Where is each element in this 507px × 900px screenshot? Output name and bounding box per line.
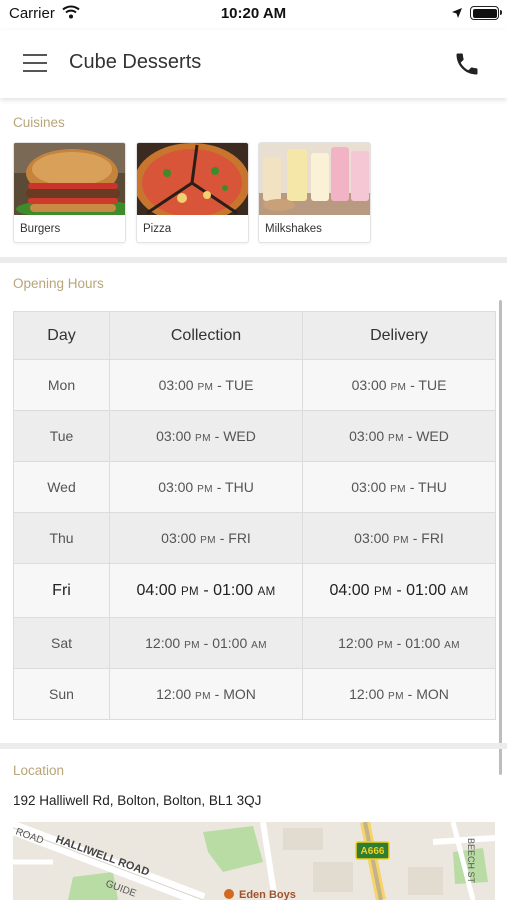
address-text: 192 Halliwell Rd, Bolton, Bolton, BL1 3Q… [13, 793, 262, 808]
road-badge-label: A666 [361, 846, 385, 857]
opening-hours-table: Day Collection Delivery Mon 03:00 PM - T… [13, 311, 496, 720]
location-heading: Location [13, 763, 65, 778]
table-row: Tue 03:00 PM - WED 03:00 PM - WED [13, 410, 496, 462]
section-divider [0, 257, 507, 263]
delivery-cell: 03:00 PM - TUE [302, 359, 496, 411]
map-place-label: Eden Boys [239, 889, 296, 900]
hamburger-menu-icon[interactable] [23, 54, 47, 72]
column-header-day: Day [13, 311, 110, 360]
cuisine-label: Pizza [143, 223, 172, 235]
collection-cell: 04:00 PM - 01:00 AM [109, 563, 303, 618]
collection-cell: 03:00 PM - WED [109, 410, 303, 462]
scrollbar[interactable] [499, 300, 502, 775]
delivery-cell: 04:00 PM - 01:00 AM [302, 563, 496, 618]
milkshake-photo [259, 143, 370, 215]
column-header-collection: Collection [109, 311, 303, 360]
table-row: Thu 03:00 PM - FRI 03:00 PM - FRI [13, 512, 496, 564]
phone-icon[interactable] [453, 50, 481, 78]
day-cell: Mon [13, 359, 110, 411]
table-row: Sat 12:00 PM - 01:00 AM 12:00 PM - 01:00… [13, 617, 496, 669]
status-bar: Carrier 10:20 AM [0, 0, 507, 30]
status-time: 10:20 AM [220, 5, 287, 22]
delivery-cell: 03:00 PM - THU [302, 461, 496, 513]
section-divider [0, 743, 507, 749]
day-cell: Sun [13, 668, 110, 720]
delivery-cell: 03:00 PM - FRI [302, 512, 496, 564]
nav-bar: Cube Desserts [0, 30, 507, 98]
collection-cell: 03:00 PM - THU [109, 461, 303, 513]
collection-cell: 12:00 PM - 01:00 AM [109, 617, 303, 669]
place-pin-icon [224, 889, 234, 899]
column-header-delivery: Delivery [302, 311, 496, 360]
map-canvas: ROAD HALLIWELL ROAD GUIDE A666 BEECH ST … [13, 822, 495, 900]
table-row: Mon 03:00 PM - TUE 03:00 PM - TUE [13, 359, 496, 411]
cuisine-card-pizza[interactable]: Pizza [136, 142, 249, 243]
location-arrow-icon [452, 8, 462, 18]
page-title: Cube Desserts [69, 51, 202, 73]
cuisine-card-milkshakes[interactable]: Milkshakes [258, 142, 371, 243]
table-row: Wed 03:00 PM - THU 03:00 PM - THU [13, 461, 496, 513]
day-cell: Thu [13, 512, 110, 564]
delivery-cell: 12:00 PM - MON [302, 668, 496, 720]
day-cell: Wed [13, 461, 110, 513]
delivery-cell: 12:00 PM - 01:00 AM [302, 617, 496, 669]
cuisines-heading: Cuisines [13, 115, 65, 130]
opening-hours-heading: Opening Hours [13, 276, 104, 291]
table-row: Sun 12:00 PM - MON 12:00 PM - MON [13, 668, 496, 720]
cuisine-card-burgers[interactable]: Burgers [13, 142, 126, 243]
battery-icon [470, 6, 502, 20]
day-cell: Tue [13, 410, 110, 462]
map-street-label: BEECH ST [466, 838, 476, 884]
delivery-cell: 03:00 PM - WED [302, 410, 496, 462]
table-header-row: Day Collection Delivery [13, 311, 496, 360]
burger-photo [14, 143, 125, 215]
day-cell: Sat [13, 617, 110, 669]
collection-cell: 03:00 PM - TUE [109, 359, 303, 411]
cuisine-label: Milkshakes [265, 223, 322, 235]
collection-cell: 03:00 PM - FRI [109, 512, 303, 564]
location-map[interactable]: ROAD HALLIWELL ROAD GUIDE A666 BEECH ST … [13, 822, 495, 900]
table-row-today: Fri 04:00 PM - 01:00 AM 04:00 PM - 01:00… [13, 563, 496, 618]
collection-cell: 12:00 PM - MON [109, 668, 303, 720]
pizza-photo [137, 143, 248, 215]
cuisine-label: Burgers [20, 223, 61, 235]
day-cell: Fri [13, 563, 110, 618]
